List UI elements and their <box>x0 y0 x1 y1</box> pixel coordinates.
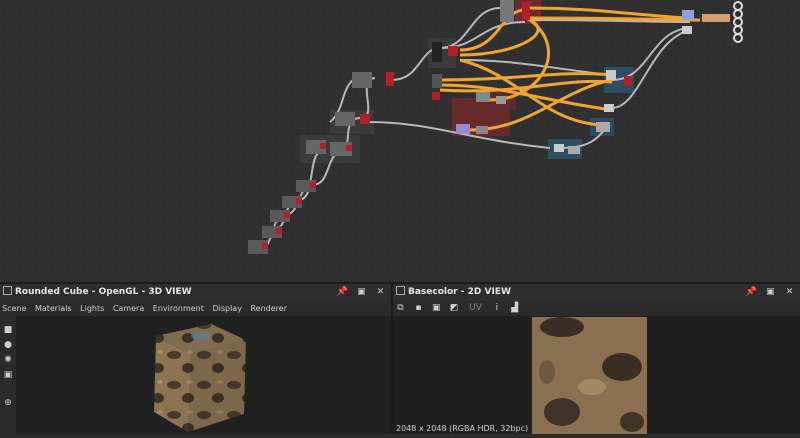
menu-lights[interactable]: Lights <box>80 301 104 316</box>
panel-3d-titlebar: Rounded Cube - OpenGL - 3D VIEW 📌 ▣ ✕ <box>0 284 391 301</box>
rounded-cube-render <box>154 324 246 432</box>
info-icon[interactable]: i <box>489 301 504 316</box>
sun-icon[interactable]: ✺ <box>2 355 14 365</box>
node-graph-svg[interactable] <box>0 0 800 282</box>
basecolor-texture <box>532 317 647 434</box>
save-all-icon[interactable]: ▣ <box>429 301 444 316</box>
cube-icon <box>3 286 12 295</box>
menu-scene[interactable]: Scene <box>2 301 26 316</box>
viewport-2d[interactable]: 2048 x 2048 (RGBA HDR, 32bpc) <box>393 316 800 434</box>
histogram-icon[interactable]: ▟ <box>507 301 522 316</box>
pin-icon[interactable]: 📌 <box>745 284 758 301</box>
close-icon[interactable]: ✕ <box>374 284 387 301</box>
panel-3d-title: Rounded Cube - OpenGL - 3D VIEW <box>15 287 192 297</box>
image-icon <box>396 286 405 295</box>
close-icon[interactable]: ✕ <box>783 284 796 301</box>
graph-grid <box>0 0 800 282</box>
panel-2d-titlebar: Basecolor - 2D VIEW 📌 ▣ ✕ <box>393 284 800 301</box>
crosshair-icon[interactable]: ⊕ <box>2 398 14 408</box>
viewport-3d[interactable] <box>16 316 391 434</box>
camera-icon[interactable]: ■ <box>2 325 14 335</box>
menu-renderer[interactable]: Renderer <box>250 301 287 316</box>
menu-display[interactable]: Display <box>212 301 242 316</box>
maximize-icon[interactable]: ▣ <box>355 284 368 301</box>
panel-2d-toolbar: ⧉ ▪ ▣ ◩ UV i ▟ <box>393 301 800 316</box>
light-bulb-icon[interactable]: ● <box>2 340 14 350</box>
menu-camera[interactable]: Camera <box>113 301 144 316</box>
menu-environment[interactable]: Environment <box>153 301 204 316</box>
panel-2d-view: Basecolor - 2D VIEW 📌 ▣ ✕ ⧉ ▪ ▣ ◩ UV i ▟… <box>393 284 800 434</box>
texture-status: 2048 x 2048 (RGBA HDR, 32bpc) <box>396 424 529 433</box>
node-graph-canvas[interactable] <box>0 0 800 282</box>
panel-3d-left-toolbar: ■ ● ✺ ▣ ⊕ <box>0 316 16 434</box>
copy-icon[interactable]: ⧉ <box>393 301 408 316</box>
channels-icon[interactable]: ◩ <box>447 301 462 316</box>
panel-2d-title: Basecolor - 2D VIEW <box>408 287 511 297</box>
save-icon[interactable]: ▪ <box>411 301 426 316</box>
panel-3d-view: Rounded Cube - OpenGL - 3D VIEW 📌 ▣ ✕ Sc… <box>0 284 391 434</box>
menu-materials[interactable]: Materials <box>35 301 72 316</box>
maximize-icon[interactable]: ▣ <box>764 284 777 301</box>
panel-3d-menubar: Scene Materials Lights Camera Environmen… <box>0 301 391 316</box>
uv-toggle[interactable]: UV <box>465 301 487 316</box>
pin-icon[interactable]: 📌 <box>336 284 349 301</box>
display-icon[interactable]: ▣ <box>2 370 14 380</box>
